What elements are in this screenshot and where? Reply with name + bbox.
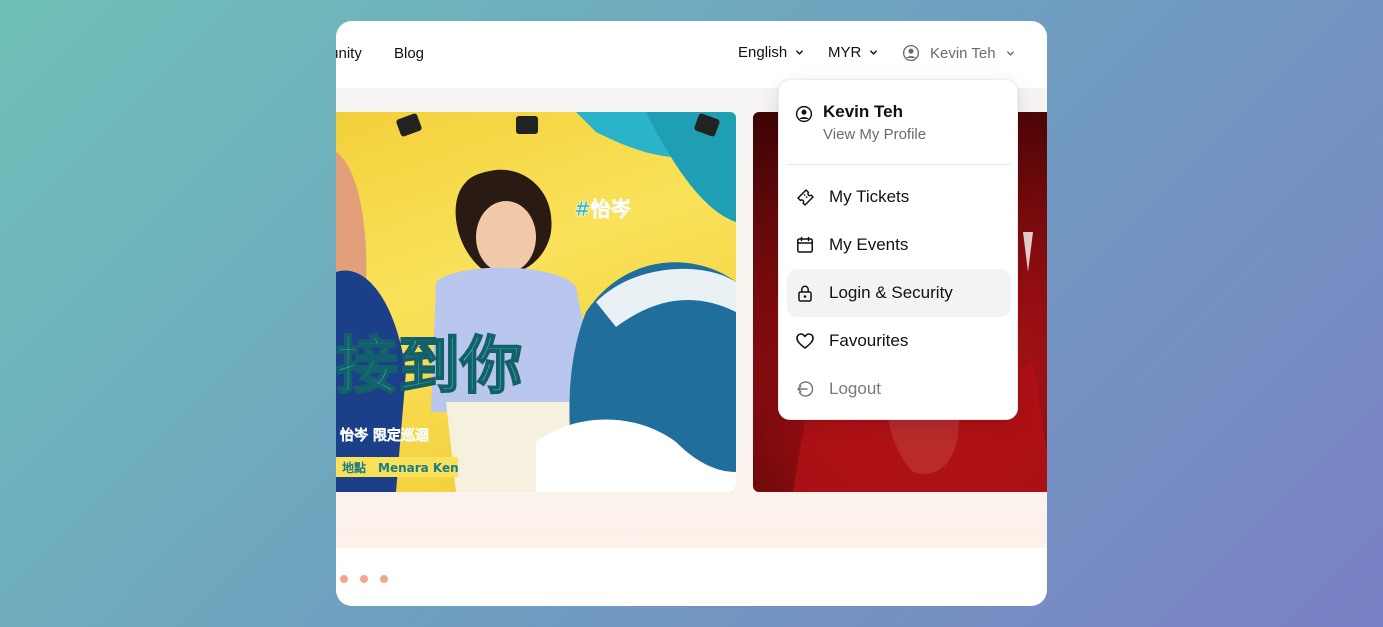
menu-item-label: Login & Security (829, 283, 953, 302)
heart-icon (796, 333, 814, 349)
logout-icon (797, 381, 814, 397)
chevron-down-icon (796, 50, 804, 55)
chevron-down-icon (1006, 50, 1014, 56)
menu-item-my-events[interactable]: My Events (787, 221, 1011, 269)
banner-venue-label: 地點 (342, 460, 366, 475)
carousel-dot[interactable] (360, 575, 368, 583)
carousel-dot[interactable] (380, 575, 388, 583)
banner-artwork: 接到你 #怡岑 怡岑 限定巡迴 地點 Menara Ken (336, 112, 736, 492)
banner-venue: Menara Ken (378, 461, 459, 475)
currency-value: MYR (828, 44, 862, 61)
user-circle-icon (902, 44, 920, 62)
calendar-icon (797, 236, 813, 253)
menu-item-logout[interactable]: Logout (787, 365, 1011, 413)
menu-item-my-tickets[interactable]: My Tickets (787, 173, 1011, 221)
nav-blog-link[interactable]: Blog (394, 45, 424, 62)
user-name: Kevin Teh (930, 44, 996, 62)
nav-community-label: Community (336, 45, 362, 62)
top-navigation: Community Blog English MYR Kevin Teh (336, 21, 1047, 87)
chevron-down-icon (870, 50, 878, 55)
event-banner[interactable]: 接到你 #怡岑 怡岑 限定巡迴 地點 Menara Ken (336, 112, 736, 492)
lock-icon (798, 285, 812, 302)
currency-selector[interactable]: MYR (828, 44, 878, 61)
menu-item-login-security[interactable]: Login & Security (787, 269, 1011, 317)
banner-hashtag: #怡岑 (574, 197, 632, 221)
user-circle-icon (795, 105, 813, 123)
menu-item-label: My Events (829, 235, 909, 254)
menu-item-favourites[interactable]: Favourites (787, 317, 1011, 365)
ticket-icon (797, 189, 814, 206)
banner-title: 接到你 (336, 329, 522, 402)
view-profile-link[interactable]: View My Profile (823, 126, 926, 143)
divider (787, 164, 1011, 165)
banner-subtitle: 怡岑 限定巡迴 (340, 427, 430, 444)
language-value: English (738, 44, 788, 61)
menu-user-name: Kevin Teh (823, 102, 903, 121)
menu-item-label: My Tickets (829, 187, 910, 206)
menu-item-label: Logout (829, 379, 881, 398)
user-menu-button[interactable]: Kevin Teh (902, 44, 1015, 62)
language-selector[interactable]: English (738, 44, 804, 61)
carousel-indicators (340, 575, 388, 583)
user-dropdown-menu: Kevin Teh View My Profile My Tickets My … (778, 79, 1018, 420)
menu-item-label: Favourites (829, 331, 909, 350)
carousel-dot[interactable] (340, 575, 348, 583)
